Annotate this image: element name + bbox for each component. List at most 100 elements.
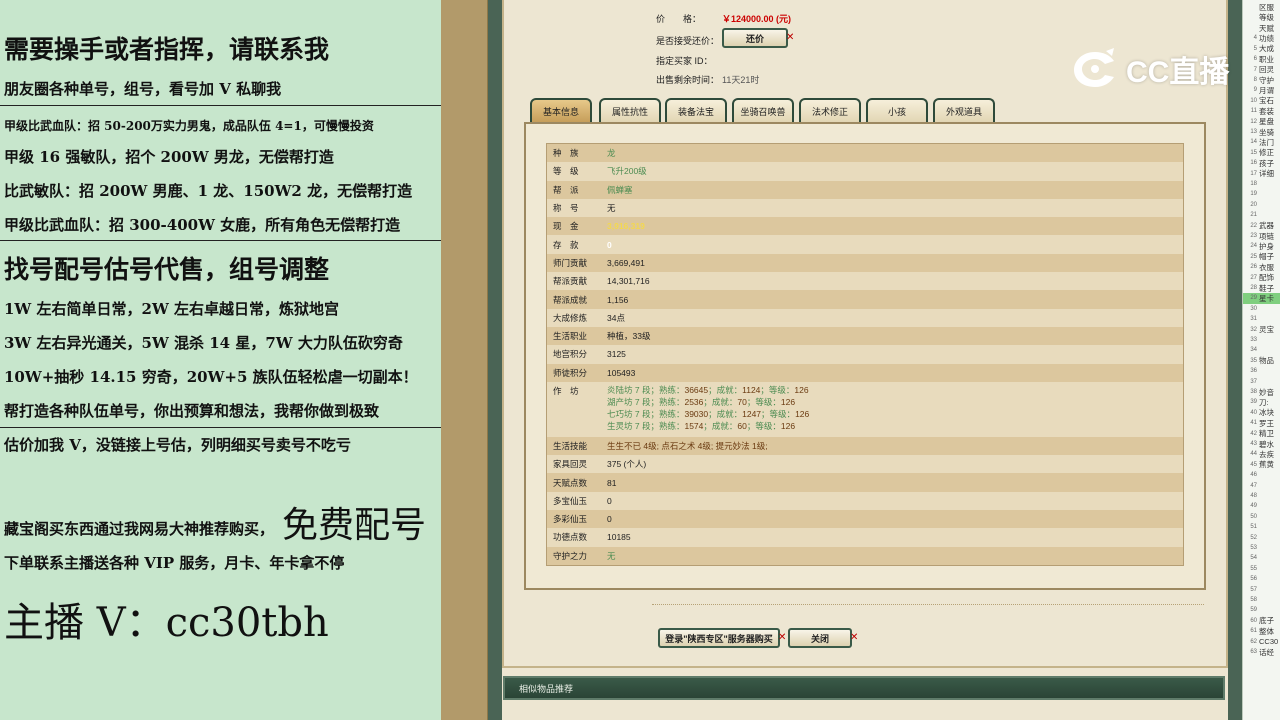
sidebar-line: 44 去疾 [1243,449,1280,459]
sidebar-line: 13 坐骑 [1243,127,1280,137]
close-x-icon: ✕ [786,32,795,43]
tab-equipment[interactable]: 装备法宝 [665,98,727,122]
table-row: 师门贡献 3,669,491 [547,253,1183,273]
sidebar-line-number: 28 [1250,284,1257,291]
sidebar-line-text: 月谓 [1259,85,1274,95]
sidebar-line-number: 10 [1250,97,1257,104]
sidebar-line: 54 [1243,553,1280,563]
promo-line-4: 甲级 16 强敏队，招个 200W 男龙，无偿帮打造 [4,148,334,166]
sidebar-line: 40 冰块 [1243,408,1280,418]
workshop-line: 生灵坊 7 段；熟练：1574；成就：60；等级：126 [607,420,796,431]
buyer-id-label: 指定买家 ID： [656,56,713,66]
row-key: 种 族 [553,148,579,159]
tab-basic-info[interactable]: 基本信息 [530,98,592,122]
table-row: 天赋点数 81 [547,473,1183,492]
row-value: 龙 [607,148,616,159]
sidebar-line-number: 48 [1250,492,1257,499]
sidebar-line: 39 刀: [1243,397,1280,407]
time-remaining-label: 出售剩余时间： [656,75,720,85]
sidebar-line-number: 35 [1250,357,1257,364]
sidebar-line: 53 [1243,543,1280,553]
promo-line-5: 比武敏队：招 200W 男鹿、1 龙、150W2 龙，无偿帮打造 [4,182,413,200]
sidebar-line: 7 回灵 [1243,64,1280,74]
attribute-table: 种 族龙 等 级飞升200级 帮 派佩蝉塞 称 号无 现 金 3,916,319 … [546,143,1184,566]
sidebar-line: 59 [1243,605,1280,615]
sidebar-line-text: 整体 [1259,626,1274,636]
sidebar-line: 等级 [1243,12,1280,22]
promo-line-7: 找号配号估号代售，组号调整 [4,255,330,284]
row-key: 等 级 [553,166,579,177]
sidebar-line-number: 5 [1253,45,1257,52]
close-button[interactable]: 关闭 [788,628,852,648]
sidebar-line: 55 [1243,564,1280,574]
promo-line-6: 甲级比武血队：招 300-400W 女鹿，所有角色无偿帮打造 [4,216,401,234]
sidebar-line-number: 39 [1250,399,1257,406]
sidebar-line-number: 7 [1253,66,1257,73]
sidebar-line-number: 19 [1250,191,1257,198]
row-value: 无 [607,550,616,561]
sidebar-line-text: 星盘 [1259,117,1274,127]
sidebar-line-number: 50 [1250,513,1257,520]
sidebar-line: 38 妙音 [1243,387,1280,397]
buy-button[interactable]: 登录"陕西专区"服务器购买 [658,628,780,648]
sidebar-line: 41 罗王 [1243,418,1280,428]
table-row: 生活职业 种植，33级 [547,326,1183,346]
row-value: 3125 [607,349,626,360]
sidebar-line-text: 蕉黄 [1259,460,1274,470]
tab-children[interactable]: 小孩 [866,98,928,122]
counter-offer-label: 是否接受还价： [656,36,720,46]
sidebar-line-text: 天赋 [1259,23,1274,33]
promo-divider [0,240,441,241]
tab-spell-correction[interactable]: 法术修正 [799,98,861,122]
table-row: 帮派贡献 14,301,716 [547,272,1183,291]
counter-offer-button[interactable]: 还价 [722,28,788,48]
sidebar-line-text: 话经 [1259,647,1274,657]
sidebar-line: 10 宝石 [1243,96,1280,106]
row-key: 师徒积分 [553,367,588,378]
row-value: 飞升200级 [607,166,647,177]
sidebar-line-text: 冰块 [1259,408,1274,418]
row-value: 无 [607,203,616,214]
sidebar-line-text: 鞋子 [1259,283,1274,293]
sidebar-line: 8 守护 [1243,75,1280,85]
sidebar-line: 60 底子 [1243,616,1280,626]
sidebar-line: 42 精卫 [1243,428,1280,438]
sidebar-line-number: 32 [1250,326,1257,333]
workshop-line: 七巧坊 7 段；熟练：39030；成就：1247；等级：126 [607,408,810,419]
sidebar-line-text: 武器 [1259,221,1274,231]
sidebar-line-text: 项链 [1259,231,1274,241]
sidebar-line-number: 60 [1250,617,1257,624]
sidebar-line-number: 14 [1250,139,1257,146]
tab-mounts-pets[interactable]: 坐骑召唤兽 [732,98,794,122]
sidebar-line-text: 帽子 [1259,252,1274,262]
sidebar-line-number: 6 [1253,56,1257,63]
sidebar-line-number: 47 [1250,482,1257,489]
sidebar-line-number: 11 [1250,108,1257,115]
sidebar-line-text: 套装 [1259,106,1274,116]
row-key: 称 号 [553,203,579,214]
time-remaining-value: 11天21时 [722,75,760,85]
tab-attributes[interactable]: 属性抗性 [599,98,661,122]
cc-live-logo-icon [1074,48,1114,87]
window-border-inner [488,0,502,720]
sidebar-line-number: 26 [1250,264,1257,271]
sidebar-line-text: 宝石 [1259,96,1274,106]
table-row: 生活技能 生生不已 4级; 点石之术 4级; 提元妙法 1级; [547,436,1183,456]
promo-line-10: 10W+抽秒 14.15 穷奇，20W+5 族队伍轻松虐一切副本！ [4,368,418,386]
table-row: 种 族龙 [547,144,1183,163]
sidebar-line: 52 [1243,532,1280,542]
row-value: 佩蝉塞 [607,184,633,195]
row-key: 多宝仙玉 [553,495,588,506]
sidebar-line-number: 56 [1250,576,1257,583]
sidebar-line-number: 24 [1250,243,1257,250]
cc-live-logo: CC直播 [1070,44,1245,94]
promo-line-13: 藏宝阁买东西通过我网易大神推荐购买， [4,520,275,538]
sidebar-line: 61 整体 [1243,626,1280,636]
sidebar-line-number: 31 [1250,316,1257,323]
promo-panel: 需要操手或者指挥，请联系我 朋友圈各种单号，组号，看号加 V 私聊我 甲级比武血… [0,0,441,720]
row-value: 375 (个人) [607,459,647,470]
sidebar-line-number: 38 [1250,388,1257,395]
tab-appearance[interactable]: 外观道具 [933,98,995,122]
table-row: 多宝仙玉 0 [547,491,1183,511]
sidebar-line-number: 33 [1250,336,1257,343]
